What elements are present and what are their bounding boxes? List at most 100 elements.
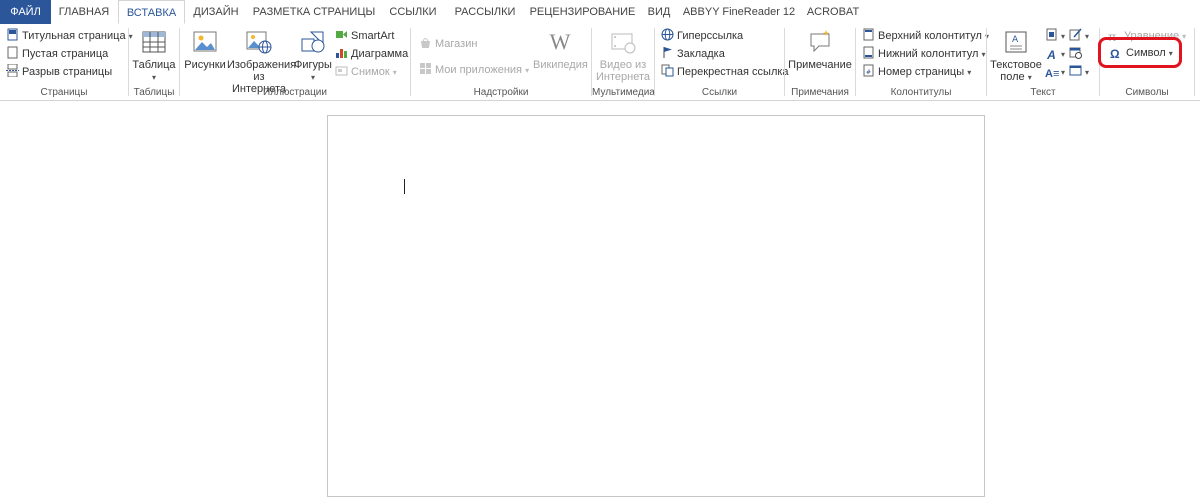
wikipedia-button[interactable]: W Википедия — [533, 26, 588, 71]
page-break-icon — [6, 64, 19, 77]
chevron-down-icon: ▾ — [310, 73, 315, 82]
group-divider — [1194, 28, 1195, 96]
online-video-button[interactable]: Видео из Интернета — [594, 26, 652, 83]
cross-reference-button[interactable]: Перекрестная ссылка — [661, 63, 789, 81]
tab-abbyy[interactable]: ABBYY FineReader 12 — [680, 0, 798, 24]
screenshot-icon — [335, 66, 348, 76]
group-label-media: Мультимедиа — [592, 87, 655, 98]
quick-parts-button[interactable]: ▾ — [1045, 27, 1065, 45]
chart-button[interactable]: Диаграмма — [335, 45, 408, 63]
chevron-down-icon: ▾ — [1061, 68, 1066, 77]
drop-cap-icon: A≡ — [1045, 68, 1060, 80]
signature-line-icon — [1069, 28, 1082, 41]
pictures-label: Рисунки — [184, 59, 226, 71]
online-video-icon — [611, 33, 636, 54]
online-pictures-label-1: Изображения — [227, 59, 297, 71]
group-header-footer: Верхний колонтитул ▾ Нижний колонтитул ▾… — [856, 24, 989, 100]
date-time-button[interactable] — [1069, 45, 1085, 63]
pictures-button[interactable]: Рисунки — [184, 26, 226, 71]
wikipedia-label: Википедия — [533, 59, 588, 71]
tab-review[interactable]: РЕЦЕНЗИРОВАНИЕ — [525, 0, 640, 24]
smartart-icon — [336, 31, 347, 38]
signature-line-button[interactable]: ▾ — [1069, 27, 1089, 45]
text-box-button[interactable]: A Текстовое поле ▾ — [989, 26, 1043, 84]
chevron-down-icon: ▾ — [525, 66, 530, 75]
tab-view[interactable]: ВИД — [641, 0, 677, 24]
svg-text:#: # — [866, 69, 871, 76]
online-video-label-2: Интернета — [596, 71, 650, 83]
document-page[interactable] — [327, 115, 985, 497]
tab-design[interactable]: ДИЗАЙН — [186, 0, 246, 24]
screenshot-button[interactable]: Снимок ▾ — [335, 63, 397, 81]
calendar-icon — [1069, 47, 1082, 59]
chevron-down-icon: ▾ — [151, 73, 156, 82]
tab-home[interactable]: ГЛАВНАЯ — [51, 0, 117, 24]
drop-cap-button[interactable]: A≡ ▾ — [1045, 63, 1065, 81]
page-number-button[interactable]: # Номер страницы ▾ — [862, 63, 971, 81]
header-icon — [863, 28, 874, 41]
tab-layout[interactable]: РАЗМЕТКА СТРАНИЦЫ — [248, 0, 380, 24]
group-label-illustrations: Иллюстрации — [263, 87, 327, 98]
chevron-down-icon: ▾ — [981, 50, 986, 59]
smartart-button[interactable]: SmartArt — [335, 27, 394, 45]
footer-icon — [863, 46, 874, 59]
chevron-down-icon: ▾ — [1182, 32, 1187, 41]
pictures-icon — [193, 31, 217, 52]
ribbon: Титульная страница ▾ Пустая страница Раз… — [0, 24, 1200, 101]
smartart-label: SmartArt — [351, 30, 395, 42]
text-box-icon: A — [1005, 31, 1027, 53]
hyperlink-label: Гиперссылка — [677, 30, 744, 42]
group-label-tables: Таблицы — [133, 87, 175, 98]
store-button[interactable]: Магазин — [419, 35, 477, 53]
group-label-addins: Надстройки — [473, 87, 529, 98]
store-label: Магазин — [435, 38, 478, 50]
shapes-button[interactable]: Фигуры ▾ — [292, 26, 334, 84]
hyperlink-icon — [661, 28, 674, 41]
blank-page-button[interactable]: Пустая страница — [6, 45, 108, 63]
table-button[interactable]: Таблица ▾ — [132, 26, 176, 84]
store-icon — [421, 38, 430, 48]
table-icon — [142, 31, 166, 53]
my-apps-label: Мои приложения — [435, 64, 523, 76]
new-comment-label: Примечание — [788, 59, 852, 71]
ribbon-tab-bar: ФАЙЛ ГЛАВНАЯ ВСТАВКА ДИЗАЙН РАЗМЕТКА СТР… — [0, 0, 1200, 25]
cross-reference-label: Перекрестная ссылка — [677, 66, 789, 78]
cover-page-button[interactable]: Титульная страница ▾ — [6, 27, 133, 45]
screenshot-label: Снимок — [351, 66, 390, 78]
chevron-down-icon: ▾ — [967, 68, 972, 77]
chevron-down-icon: ▾ — [1027, 73, 1032, 82]
bookmark-button[interactable]: Закладка — [661, 45, 725, 63]
wordart-icon: A — [1047, 48, 1056, 62]
wordart-button[interactable]: A ▾ — [1045, 45, 1065, 63]
new-comment-button[interactable]: Примечание — [787, 26, 853, 71]
page-break-button[interactable]: Разрыв страницы — [6, 63, 112, 81]
chart-label: Диаграмма — [351, 48, 409, 60]
tab-acrobat[interactable]: ACROBAT — [800, 0, 866, 24]
object-button[interactable]: ▾ — [1069, 63, 1089, 81]
svg-text:A: A — [1012, 35, 1019, 45]
my-apps-icon — [420, 63, 431, 74]
page-number-label: Номер страницы — [878, 66, 965, 78]
group-addins: Магазин Мои приложения ▾ W Википедия Над… — [411, 24, 591, 100]
tab-insert[interactable]: ВСТАВКА — [118, 0, 185, 24]
online-pictures-button[interactable]: Изображения из Интернета — [227, 26, 296, 95]
my-apps-button[interactable]: Мои приложения ▾ — [419, 61, 529, 79]
group-label-links: Ссылки — [701, 87, 738, 98]
tab-mailings[interactable]: РАССЫЛКИ — [446, 0, 524, 24]
tab-file[interactable]: ФАЙЛ — [0, 0, 51, 24]
bookmark-label: Закладка — [677, 48, 725, 60]
group-links: Гиперссылка Закладка Перекрестная ссылка… — [655, 24, 789, 100]
tab-references[interactable]: ССЫЛКИ — [381, 0, 445, 24]
hyperlink-button[interactable]: Гиперссылка — [661, 27, 743, 45]
comment-icon — [810, 30, 830, 53]
group-label-header-footer: Колонтитулы — [890, 87, 952, 98]
chevron-down-icon: ▾ — [1061, 50, 1066, 59]
footer-button[interactable]: Нижний колонтитул ▾ — [862, 45, 986, 63]
text-cursor — [404, 179, 405, 194]
online-video-label-1: Видео из — [599, 59, 647, 71]
group-label-comments: Примечания — [791, 87, 849, 98]
header-button[interactable]: Верхний колонтитул ▾ — [862, 27, 989, 45]
text-box-label-2: поле — [1000, 71, 1025, 83]
object-icon — [1069, 65, 1082, 76]
blank-page-label: Пустая страница — [22, 48, 109, 60]
